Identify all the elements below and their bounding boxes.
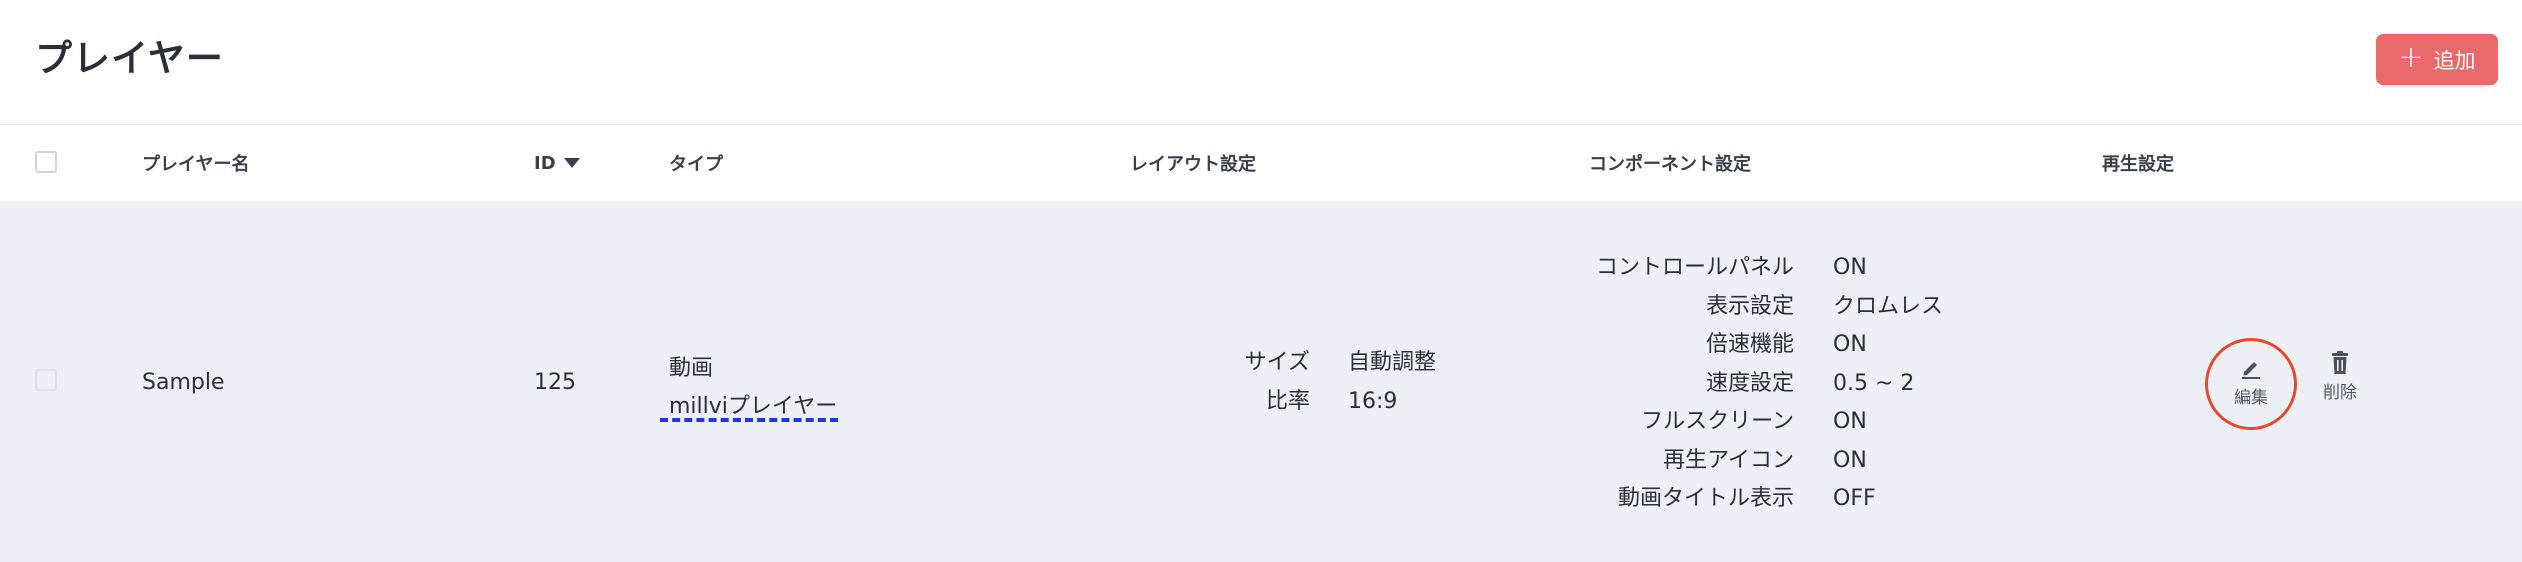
caret-down-icon[interactable] — [563, 158, 580, 168]
component-key: 動画タイトル表示 — [1617, 486, 1794, 511]
column-header-component: コンポーネント設定 — [1589, 154, 1751, 175]
edit-action: 編集 — [2208, 355, 2294, 408]
page-header: プレイヤー + 追加 — [0, 0, 2522, 124]
player-name: Sample — [142, 370, 225, 395]
component-value: ON — [1833, 332, 1867, 357]
component-value: ON — [1833, 447, 1867, 473]
layout-value: 自動調整 — [1348, 350, 1437, 375]
component-key: 再生アイコン — [1663, 447, 1794, 473]
component-value: 0.5 ~ 2 — [1833, 370, 1915, 396]
column-header-name: プレイヤー名 — [142, 154, 250, 175]
player-type-name: millviプレイヤー — [669, 394, 838, 419]
component-value: クロムレス — [1833, 293, 1944, 319]
player-id: 125 — [534, 370, 576, 395]
component-settings-values: ON クロムレス ON 0.5 ~ 2 ON ON OFF — [1833, 249, 2013, 519]
component-value: ON — [1833, 409, 1867, 434]
component-key: フルスクリーン — [1641, 409, 1794, 434]
layout-settings-keys: サイズ 比率 — [1240, 344, 1310, 424]
component-key: 倍速機能 — [1705, 332, 1794, 357]
component-key: コントロールパネル — [1595, 255, 1794, 280]
component-value: OFF — [1833, 486, 1876, 511]
add-button[interactable]: + 追加 — [2376, 34, 2498, 85]
add-button-label: 追加 — [2433, 48, 2476, 73]
component-key: 速度設定 — [1705, 370, 1794, 396]
table-header: プレイヤー名 ID タイプ レイアウト設定 コンポーネント設定 再生設定 — [0, 125, 2522, 201]
component-value: ON — [1833, 255, 1867, 280]
column-header-type: タイプ — [669, 154, 723, 175]
column-header-playback: 再生設定 — [2102, 154, 2174, 175]
page-title: プレイヤー — [35, 37, 224, 80]
select-all-checkbox[interactable] — [35, 151, 57, 173]
row-checkbox[interactable] — [35, 369, 57, 391]
component-settings-keys: コントロールパネル 表示設定 倍速機能 速度設定 フルスクリーン 再生アイコン … — [1560, 249, 1794, 519]
column-header-id[interactable]: ID — [534, 125, 580, 201]
delete-button[interactable]: 削除 — [2315, 350, 2365, 403]
column-header-layout: レイアウト設定 — [1130, 154, 1256, 175]
layout-settings-values: 自動調整 16:9 — [1348, 344, 1498, 424]
column-header-id-label: ID — [534, 152, 556, 174]
plus-icon: + — [2398, 40, 2424, 75]
trash-icon — [2332, 351, 2348, 374]
edit-button[interactable]: 編集 — [2205, 338, 2297, 430]
edit-label: 編集 — [2234, 388, 2268, 408]
delete-label: 削除 — [2323, 383, 2357, 403]
pencil-icon — [2242, 362, 2260, 379]
dashed-underline — [660, 418, 838, 422]
player-type-category: 動画 — [669, 356, 714, 381]
layout-key: サイズ — [1244, 350, 1310, 375]
component-key: 表示設定 — [1705, 293, 1794, 319]
layout-value: 16:9 — [1348, 388, 1398, 414]
layout-key: 比率 — [1265, 388, 1310, 414]
